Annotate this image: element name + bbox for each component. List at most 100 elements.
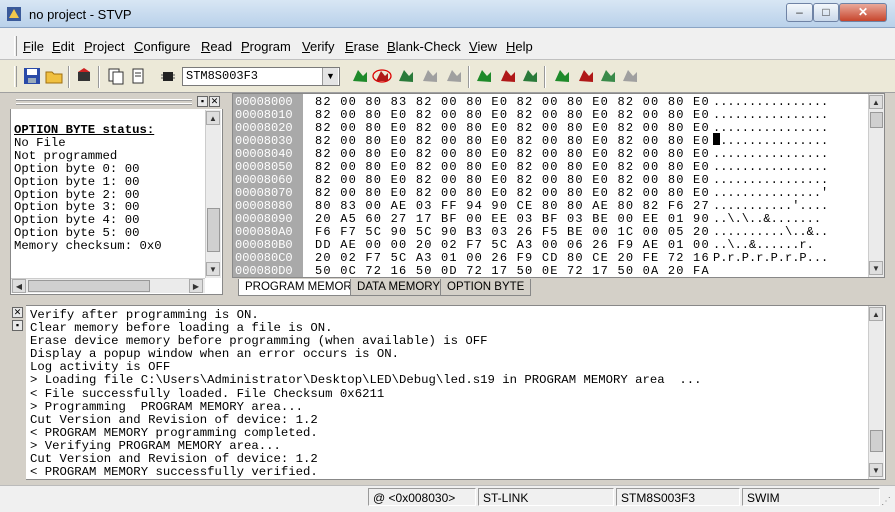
- menu-erase[interactable]: Erase: [345, 39, 379, 54]
- resize-grip-icon[interactable]: ⋰: [881, 496, 893, 508]
- read-all-tabs-icon[interactable]: [474, 66, 494, 86]
- scroll-up-icon[interactable]: ▲: [869, 307, 883, 321]
- menu-configure[interactable]: Configure: [134, 39, 190, 54]
- menu-edit[interactable]: Edit: [52, 39, 74, 54]
- verify-all-tabs-icon[interactable]: [520, 66, 540, 86]
- window-title: no project - STVP: [29, 7, 132, 22]
- log-close-icon[interactable]: ✕: [12, 307, 23, 318]
- scroll-up-icon[interactable]: ▲: [206, 111, 220, 125]
- scroll-right-icon[interactable]: ▶: [189, 279, 203, 293]
- memory-address: 00008020: [235, 121, 293, 135]
- memory-ascii-row[interactable]: ................: [713, 95, 828, 109]
- program-all-tabs-icon[interactable]: [498, 66, 518, 86]
- scroll-up-icon[interactable]: ▲: [869, 95, 883, 109]
- document-icon[interactable]: [128, 66, 148, 86]
- blank-check-current-tab-icon[interactable]: [444, 66, 464, 86]
- toolbar-grip[interactable]: [14, 66, 17, 87]
- memory-hex-row[interactable]: 50 0C 72 16 50 0D 72 17 50 0E 72 17 50 0…: [315, 264, 710, 278]
- close-button[interactable]: ✕: [839, 3, 887, 22]
- memory-hex-row[interactable]: 80 83 00 AE 03 FF 94 90 CE 80 80 AE 80 8…: [315, 199, 710, 213]
- memory-address: 00008070: [235, 186, 293, 200]
- program-current-tab-icon[interactable]: [372, 66, 392, 86]
- memory-address: 000080D0: [235, 264, 293, 278]
- memory-hex-row[interactable]: 82 00 80 E0 82 00 80 E0 82 00 80 E0 82 0…: [315, 160, 710, 174]
- memory-hex-row[interactable]: 82 00 80 83 82 00 80 E0 82 00 80 E0 82 0…: [315, 95, 710, 109]
- memory-ascii-row[interactable]: ................: [713, 121, 828, 135]
- memory-ascii-row[interactable]: ..\..&......r.: [713, 238, 814, 252]
- menu-blank-check[interactable]: Blank-Check: [387, 39, 461, 54]
- verify-option-icon[interactable]: [598, 66, 618, 86]
- memory-hex-row[interactable]: 20 02 F7 5C A3 01 00 26 F9 CD 80 CE 20 F…: [315, 251, 710, 265]
- scroll-left-icon[interactable]: ◀: [12, 279, 26, 293]
- scroll-thumb[interactable]: [207, 208, 220, 252]
- device-select[interactable]: STM8S003F3: [182, 67, 340, 86]
- read-current-tab-icon[interactable]: [350, 66, 370, 86]
- scroll-down-icon[interactable]: ▼: [206, 262, 220, 276]
- panel-close-icon[interactable]: ✕: [209, 96, 220, 107]
- erase-current-tab-icon[interactable]: [420, 66, 440, 86]
- memory-ascii-row[interactable]: ..........\..&..: [713, 225, 828, 239]
- tab-program-memory[interactable]: PROGRAM MEMORY: [238, 279, 367, 296]
- chip-read-icon[interactable]: [74, 66, 94, 86]
- panel-grip[interactable]: [16, 99, 192, 101]
- memory-hex-row[interactable]: F6 F7 5C 90 5C 90 B3 03 26 F5 BE 00 1C 0…: [315, 225, 710, 239]
- memory-ascii-row[interactable]: ..\.\..&.......: [713, 212, 821, 226]
- menu-read[interactable]: Read: [201, 39, 232, 54]
- memory-hex-row[interactable]: 82 00 80 E0 82 00 80 E0 82 00 80 E0 82 0…: [315, 134, 710, 148]
- menu-view[interactable]: View: [469, 39, 497, 54]
- save-icon[interactable]: [22, 66, 42, 86]
- memory-hex-row[interactable]: 82 00 80 E0 82 00 80 E0 82 00 80 E0 82 0…: [315, 147, 710, 161]
- memory-hex-row[interactable]: 82 00 80 E0 82 00 80 E0 82 00 80 E0 82 0…: [315, 121, 710, 135]
- memory-ascii-row[interactable]: ................: [713, 134, 828, 148]
- option-byte-panel-header: [10, 95, 223, 109]
- maximize-button[interactable]: □: [813, 3, 839, 22]
- menu-program[interactable]: Program: [241, 39, 291, 54]
- memory-ascii-row[interactable]: ................: [713, 160, 828, 174]
- status-address: @ <0x008030>: [368, 488, 476, 506]
- menu-help[interactable]: Help: [506, 39, 533, 54]
- menu-verify[interactable]: Verify: [302, 39, 335, 54]
- erase-option-icon[interactable]: [620, 66, 640, 86]
- menu-project[interactable]: Project: [84, 39, 124, 54]
- panel-restore-icon[interactable]: ▪: [197, 96, 208, 107]
- program-option-icon[interactable]: [576, 66, 596, 86]
- scroll-thumb[interactable]: [28, 280, 150, 292]
- memory-hex-row[interactable]: 82 00 80 E0 82 00 80 E0 82 00 80 E0 82 0…: [315, 108, 710, 122]
- scroll-down-icon[interactable]: ▼: [869, 261, 883, 275]
- scroll-down-icon[interactable]: ▼: [869, 463, 883, 477]
- scroll-thumb[interactable]: [870, 430, 883, 452]
- tab-data-memory[interactable]: DATA MEMORY: [350, 279, 448, 296]
- menu-bar-grip[interactable]: [14, 36, 17, 56]
- log-line: < PROGRAM MEMORY successfully verified.: [30, 465, 318, 480]
- log-restore-icon[interactable]: ▪: [12, 320, 23, 331]
- option-line: Option byte 0: 00: [14, 161, 140, 176]
- tab-option-byte[interactable]: OPTION BYTE: [440, 279, 532, 296]
- memory-hex-row[interactable]: DD AE 00 00 20 02 F7 5C A3 00 06 26 F9 A…: [315, 238, 710, 252]
- toolbar-separator: [68, 66, 70, 88]
- memory-hex-row[interactable]: 20 A5 60 27 17 BF 00 EE 03 BF 03 BE 00 E…: [315, 212, 710, 226]
- scroll-thumb[interactable]: [870, 112, 883, 128]
- memory-ascii-row[interactable]: P.r.P.r.P.r.P...: [713, 251, 828, 265]
- memory-address: 000080A0: [235, 225, 293, 239]
- stvp-app-icon[interactable]: [6, 6, 22, 22]
- minimize-button[interactable]: ‒: [786, 3, 813, 22]
- read-option-icon[interactable]: [552, 66, 572, 86]
- memory-ascii-row[interactable]: ...........'....: [713, 199, 828, 213]
- copy-icon[interactable]: [106, 66, 126, 86]
- log-vertical-scrollbar[interactable]: [868, 306, 884, 479]
- chevron-down-icon[interactable]: ▼: [322, 68, 338, 85]
- menu-file[interactable]: File: [23, 39, 44, 54]
- memory-hex-row[interactable]: 82 00 80 E0 82 00 80 E0 82 00 80 E0 82 0…: [315, 173, 710, 187]
- verify-current-tab-icon[interactable]: [396, 66, 416, 86]
- log-line: < File successfully loaded. File Checksu…: [30, 386, 385, 401]
- log-line: < PROGRAM MEMORY programming completed.: [30, 425, 318, 440]
- open-folder-icon[interactable]: [44, 66, 64, 86]
- panel-grip[interactable]: [16, 103, 192, 105]
- toolbar-separator: [468, 66, 470, 88]
- memory-ascii-row[interactable]: ...............': [713, 186, 828, 200]
- memory-ascii-row[interactable]: ................: [713, 108, 828, 122]
- memory-ascii-row[interactable]: ................: [713, 173, 828, 187]
- memory-hex-row[interactable]: 82 00 80 E0 82 00 80 E0 82 00 80 E0 82 0…: [315, 186, 710, 200]
- option-vertical-scrollbar[interactable]: [205, 110, 221, 278]
- memory-ascii-row[interactable]: ................: [713, 147, 828, 161]
